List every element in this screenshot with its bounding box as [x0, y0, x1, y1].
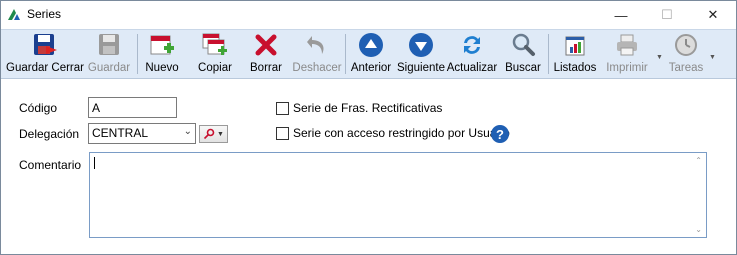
- comentario-textarea[interactable]: ⌃ ⌄: [89, 152, 707, 238]
- arrow-down-icon: [409, 33, 433, 57]
- siguiente-button[interactable]: Siguiente: [396, 32, 446, 76]
- guardar-button[interactable]: Guardar: [85, 32, 133, 76]
- window-title: Series: [27, 7, 62, 21]
- printer-icon: [617, 34, 637, 56]
- delegacion-select[interactable]: CENTRAL ⌄: [88, 123, 196, 144]
- arrow-up-icon: [359, 33, 383, 57]
- guardar-label: Guardar: [87, 62, 131, 74]
- guardar-cerrar-label: Guardar Cerrar: [6, 62, 84, 74]
- anterior-label: Anterior: [350, 62, 392, 74]
- deshacer-button[interactable]: Deshacer: [291, 32, 343, 76]
- imprimir-button[interactable]: Imprimir: [601, 32, 653, 76]
- text-caret: [94, 157, 95, 169]
- search-icon: [512, 33, 535, 56]
- nuevo-label: Nuevo: [145, 62, 179, 74]
- guardar-cerrar-button[interactable]: Guardar Cerrar: [5, 32, 85, 76]
- delegacion-label: Delegación: [19, 127, 80, 141]
- rectificativas-checkbox[interactable]: [276, 102, 289, 115]
- anterior-button[interactable]: Anterior: [348, 32, 394, 76]
- save-icon: [99, 34, 119, 55]
- minimize-icon: —: [614, 7, 628, 23]
- delete-icon: [255, 34, 277, 56]
- close-icon: ✕: [707, 7, 719, 22]
- imprimir-dropdown-icon[interactable]: ▼: [656, 54, 663, 61]
- tareas-dropdown-icon[interactable]: ▼: [709, 54, 716, 61]
- copy-icon: [202, 33, 227, 55]
- delegacion-value: CENTRAL: [92, 126, 149, 140]
- comentario-label: Comentario: [19, 158, 82, 172]
- save-close-icon: [34, 34, 57, 55]
- tareas-label: Tareas: [668, 62, 704, 74]
- minimize-button[interactable]: —: [598, 1, 644, 29]
- listados-label: Listados: [553, 62, 597, 74]
- deshacer-label: Deshacer: [292, 62, 342, 74]
- codigo-label: Código: [19, 101, 58, 115]
- refresh-icon: [464, 36, 480, 54]
- undo-icon: [307, 36, 324, 54]
- toolbar: Guardar Cerrar Guardar Nuevo Copiar Borr…: [1, 29, 736, 79]
- reports-icon: [565, 36, 585, 56]
- listados-button[interactable]: Listados: [552, 32, 598, 76]
- help-icon[interactable]: ?: [491, 125, 509, 143]
- clock-icon: [675, 34, 697, 56]
- toolbar-separator: [345, 34, 346, 74]
- borrar-button[interactable]: Borrar: [245, 32, 287, 76]
- close-button[interactable]: ✕: [690, 1, 736, 29]
- actualizar-button[interactable]: Actualizar: [446, 32, 498, 76]
- rectificativas-label: Serie de Fras. Rectificativas: [293, 101, 443, 115]
- tareas-button[interactable]: Tareas: [665, 32, 707, 76]
- acceso-restringido-checkbox[interactable]: [276, 127, 289, 140]
- borrar-label: Borrar: [250, 62, 282, 74]
- maximize-icon: ☐: [661, 7, 673, 22]
- imprimir-label: Imprimir: [606, 62, 648, 74]
- title-bar: Series — ☐ ✕: [1, 1, 736, 29]
- nuevo-button[interactable]: Nuevo: [141, 32, 183, 76]
- acceso-restringido-label: Serie con acceso restringido por Usuario: [293, 126, 510, 140]
- app-logo-icon: [8, 9, 20, 20]
- new-icon: [150, 35, 174, 55]
- toolbar-separator: [137, 34, 138, 74]
- codigo-input[interactable]: [88, 97, 177, 118]
- copiar-label: Copiar: [198, 62, 232, 74]
- scroll-down-icon[interactable]: ⌄: [695, 225, 702, 234]
- siguiente-label: Siguiente: [397, 62, 445, 74]
- delegacion-lookup-button[interactable]: ▼: [199, 125, 228, 143]
- buscar-button[interactable]: Buscar: [503, 32, 543, 76]
- buscar-label: Buscar: [505, 62, 541, 74]
- copiar-button[interactable]: Copiar: [193, 32, 237, 76]
- series-window: Series — ☐ ✕ Guardar Cerrar Guardar Nuev…: [0, 0, 737, 255]
- key-search-icon: [203, 128, 215, 140]
- dropdown-caret-icon: ▼: [217, 130, 224, 138]
- scroll-up-icon[interactable]: ⌃: [695, 156, 702, 165]
- maximize-button[interactable]: ☐: [644, 1, 690, 29]
- actualizar-label: Actualizar: [446, 62, 498, 74]
- toolbar-separator: [548, 34, 549, 74]
- chevron-down-icon: ⌄: [183, 126, 192, 137]
